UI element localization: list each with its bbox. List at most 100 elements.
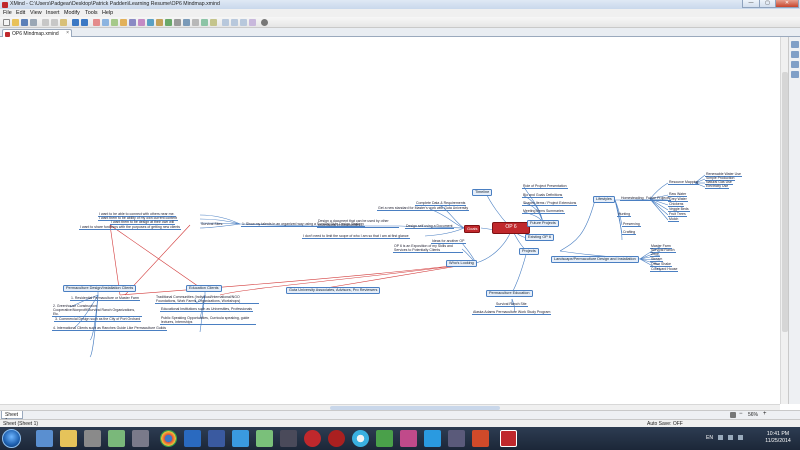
presentation-icon[interactable]	[249, 19, 256, 26]
menu-edit[interactable]: Edit	[16, 10, 25, 16]
marker-icon[interactable]	[165, 19, 172, 26]
goal-item[interactable]: Get a new standard for Master's work wit…	[377, 206, 470, 211]
system-clock[interactable]: 10:41 PM 11/25/2014	[760, 431, 796, 445]
menu-help[interactable]: Help	[102, 10, 113, 16]
label-icon[interactable]	[156, 19, 163, 26]
perm-client-item[interactable]: 3. Commercial Design such as the City of…	[54, 317, 142, 322]
outline-icon[interactable]	[791, 51, 799, 58]
edu-client-item[interactable]: Public Speaking Opportunities, Curricula…	[160, 316, 256, 325]
app-icon[interactable]	[132, 430, 149, 447]
floating-topic-icon[interactable]	[111, 19, 118, 26]
app-icon[interactable]	[280, 430, 297, 447]
topic-education-clients[interactable]: Education Clients	[186, 285, 222, 292]
app-icon[interactable]	[352, 430, 369, 447]
central-topic[interactable]: OP 6	[492, 222, 530, 234]
network-icon[interactable]	[728, 435, 733, 440]
explorer-icon[interactable]	[60, 430, 77, 447]
tray-up-icon[interactable]	[718, 435, 723, 440]
app-icon[interactable]	[400, 430, 417, 447]
zoom-in-icon[interactable]	[222, 19, 229, 26]
looking-item[interactable]: OP 6 is an Exposition of my Skills and S…	[393, 244, 463, 253]
vertical-scrollbar[interactable]	[780, 37, 788, 404]
paste-icon[interactable]	[60, 19, 67, 26]
left-item[interactable]: I want to share functions with the purpo…	[79, 225, 182, 230]
chrome-icon[interactable]	[160, 430, 177, 447]
menu-view[interactable]: View	[30, 10, 42, 16]
close-tab-icon[interactable]: ×	[66, 30, 69, 36]
app-icon[interactable]	[328, 430, 345, 447]
timeline-item[interactable]: Bio and Goals Definitions	[522, 193, 564, 198]
app-icon[interactable]	[304, 430, 321, 447]
perm-client-item[interactable]: 4. International Clients such as Ranches…	[52, 326, 168, 331]
powerpoint-icon[interactable]	[472, 430, 489, 447]
zoom-out-icon[interactable]: −	[739, 411, 743, 417]
boundary-icon[interactable]	[129, 19, 136, 26]
goal-item[interactable]: Design self using a Document	[405, 224, 454, 229]
save-icon[interactable]	[21, 19, 28, 26]
sheet-tab-1[interactable]: Sheet 1	[1, 411, 23, 424]
ie-icon[interactable]	[36, 430, 53, 447]
gear-icon[interactable]	[261, 19, 268, 26]
print-icon[interactable]	[30, 19, 37, 26]
note-icon[interactable]	[147, 19, 154, 26]
perm-client-item[interactable]: 1. Residential Permaculture or Master Fa…	[70, 296, 140, 301]
app-icon[interactable]	[232, 430, 249, 447]
menu-insert[interactable]: Insert	[46, 10, 59, 16]
publisher-icon[interactable]	[376, 430, 393, 447]
fit-map-icon[interactable]	[240, 19, 247, 26]
redo-icon[interactable]	[81, 19, 88, 26]
close-button[interactable]: ✕	[775, 0, 799, 8]
filter-icon[interactable]	[730, 412, 736, 418]
topic-icon[interactable]	[93, 19, 100, 26]
subtopic-icon[interactable]	[102, 19, 109, 26]
cut-icon[interactable]	[42, 19, 49, 26]
lifestyle-sub[interactable]: Homesteading	[620, 196, 645, 201]
app-icon[interactable]	[448, 430, 465, 447]
language-indicator[interactable]: EN	[706, 435, 713, 441]
farm-item2[interactable]: Mulch	[668, 217, 680, 222]
timeline-item[interactable]: Role of Project Presentation	[522, 184, 568, 189]
image-icon[interactable]	[183, 19, 190, 26]
drill-down-icon[interactable]	[201, 19, 208, 26]
hyperlink-icon[interactable]	[174, 19, 181, 26]
timeline-item[interactable]: Meeting Items Summaries	[522, 209, 565, 214]
xmind-taskbar-icon[interactable]	[500, 430, 517, 447]
zoom-in-icon[interactable]: +	[763, 411, 767, 417]
topic-future-projects[interactable]: Future Projects	[527, 220, 559, 227]
menu-file[interactable]: File	[3, 10, 12, 16]
goal-item[interactable]: I don't need to limit the scope of who I…	[302, 234, 410, 239]
overview-icon[interactable]	[791, 61, 799, 68]
lifestyle-item[interactable]: Resource Mapping	[668, 180, 700, 185]
farm-item[interactable]: Electricity Use	[705, 184, 730, 189]
volume-icon[interactable]	[738, 435, 743, 440]
lifestyle-sub2[interactable]: Future Projects	[645, 196, 671, 201]
minimize-button[interactable]: —	[742, 0, 760, 8]
edu-client-item[interactable]: Educational Institutions such as Univers…	[160, 307, 254, 312]
properties-icon[interactable]	[791, 41, 799, 48]
lifestyle-item[interactable]: Hunting	[617, 212, 632, 217]
maps-icon[interactable]	[256, 430, 273, 447]
menu-tools[interactable]: Tools	[85, 10, 98, 16]
summary-icon[interactable]	[138, 19, 145, 26]
topic-timeline[interactable]: Timeline	[472, 189, 493, 196]
topic-goals[interactable]: Goals	[464, 225, 481, 233]
app-icon[interactable]	[208, 430, 225, 447]
attachment-icon[interactable]	[192, 19, 199, 26]
perm-ed-item[interactable]: Survival Ranch Site	[495, 302, 528, 307]
drill-up-icon[interactable]	[210, 19, 217, 26]
start-button-icon[interactable]	[2, 429, 21, 448]
goal-item[interactable]: 1: Show my talents in an organized way u…	[241, 222, 365, 227]
lifestyle-item[interactable]: Preserving	[622, 222, 641, 227]
word-icon[interactable]	[184, 430, 201, 447]
markers-icon[interactable]	[791, 71, 799, 78]
lifestyle-item[interactable]: Crafting	[622, 230, 637, 235]
topic-whos-looking[interactable]: Who's Looking	[446, 260, 477, 267]
menu-modify[interactable]: Modify	[64, 10, 80, 16]
minecraft-icon[interactable]	[108, 430, 125, 447]
edu-client-item[interactable]: Traditional Communities (Individual/Inte…	[155, 295, 259, 304]
landscape-item[interactable]: Courtyard House	[650, 267, 679, 272]
copy-icon[interactable]	[51, 19, 58, 26]
mindmap-canvas[interactable]: OP 6 Timeline Goals Future Projects Exis…	[0, 37, 780, 404]
topic-lifestyles[interactable]: Lifestyles	[593, 196, 615, 203]
topic-existing-op6[interactable]: Existing OP 6	[525, 234, 554, 241]
